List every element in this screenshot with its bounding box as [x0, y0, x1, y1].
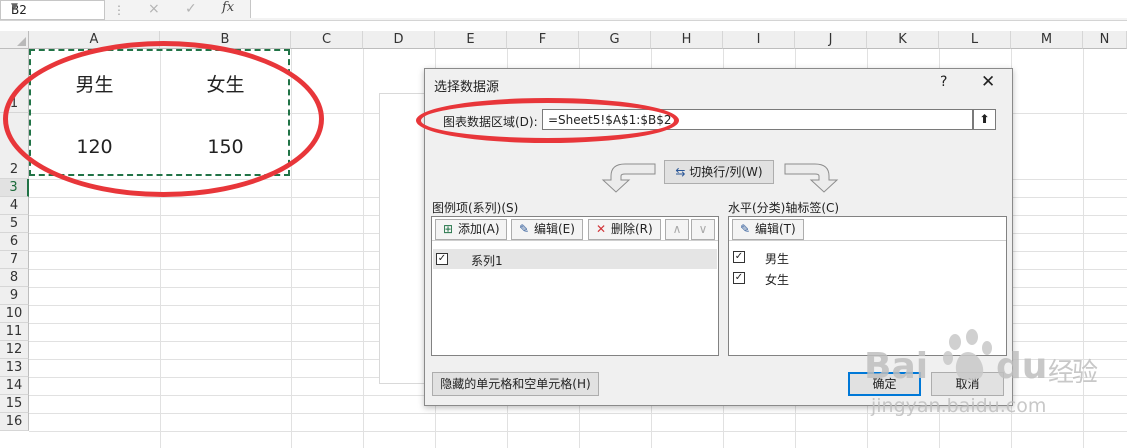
row-header-12[interactable]: 12 — [0, 341, 29, 359]
axis-item-1-checkbox[interactable]: ✓ — [733, 272, 745, 284]
column-header-m[interactable]: M — [1011, 31, 1083, 49]
formula-input[interactable] — [250, 0, 1127, 18]
close-icon[interactable]: ✕ — [981, 72, 995, 92]
row-header-9[interactable]: 9 — [0, 287, 29, 305]
legend-toolbar: ⊞ 添加(A) ✎ 编辑(E) ✕ 删除(R) ∧ ∨ — [432, 217, 718, 241]
legend-entries-panel: ⊞ 添加(A) ✎ 编辑(E) ✕ 删除(R) ∧ ∨ ✓ 系列1 — [431, 216, 719, 356]
range-label: 图表数据区域(D): — [443, 115, 538, 129]
switch-row-column-button[interactable]: ⇆ 切换行/列(W) — [664, 160, 774, 184]
column-header-f[interactable]: F — [507, 31, 579, 49]
add-icon: ⊞ — [442, 222, 454, 236]
switch-icon: ⇆ — [675, 165, 686, 179]
row-header-10[interactable]: 10 — [0, 305, 29, 323]
column-header-h[interactable]: H — [651, 31, 723, 49]
baidu-brand-text: Bai — [864, 346, 929, 387]
column-header-j[interactable]: J — [795, 31, 867, 49]
axis-item-0-label: 男生 — [765, 252, 790, 266]
dialog-title: 选择数据源 — [434, 80, 500, 95]
add-series-button[interactable]: ⊞ 添加(A) — [435, 219, 507, 240]
series1-label: 系列1 — [471, 254, 503, 268]
column-header-d[interactable]: D — [363, 31, 435, 49]
insert-function-icon[interactable]: fx — [222, 0, 234, 15]
help-icon[interactable]: ? — [940, 74, 947, 90]
row-header-4[interactable]: 4 — [0, 197, 29, 215]
row-header-1[interactable]: 1 — [0, 49, 29, 113]
formula-bar: B2 ▼ ⋮ × ✓ fx — [0, 0, 1127, 21]
chart-range-input[interactable]: =Sheet5!$A$1:$B$2 — [542, 109, 973, 130]
column-header-k[interactable]: K — [867, 31, 939, 49]
row-header-5[interactable]: 5 — [0, 215, 29, 233]
row-header-8[interactable]: 8 — [0, 269, 29, 287]
row-header-16[interactable]: 16 — [0, 413, 29, 431]
axis-item-1-label: 女生 — [765, 273, 790, 287]
edit-axis-button[interactable]: ✎ 编辑(T) — [732, 219, 804, 240]
range-value: =Sheet5!$A$1:$B$2 — [548, 113, 672, 127]
edit-icon: ✎ — [739, 222, 751, 236]
cancel-icon[interactable]: × — [148, 1, 160, 17]
column-header-c[interactable]: C — [291, 31, 363, 49]
delete-series-button[interactable]: ✕ 删除(R) — [588, 219, 661, 240]
jingyan-text: 经验 — [1048, 358, 1098, 388]
row-header-14[interactable]: 14 — [0, 377, 29, 395]
move-up-button[interactable]: ∧ — [665, 219, 689, 240]
column-header-e[interactable]: E — [435, 31, 507, 49]
curved-arrow-right-icon — [784, 163, 839, 193]
axis-toolbar: ✎ 编辑(T) — [729, 217, 1006, 241]
column-header-l[interactable]: L — [939, 31, 1011, 49]
hidden-empty-cells-button[interactable]: 隐藏的单元格和空单元格(H) — [432, 372, 599, 396]
column-header-g[interactable]: G — [579, 31, 651, 49]
enter-icon[interactable]: ✓ — [185, 1, 197, 17]
row-header-3[interactable]: 3 — [0, 179, 29, 197]
delete-icon: ✕ — [595, 222, 607, 236]
column-header-a[interactable]: A — [29, 31, 160, 49]
row-header-6[interactable]: 6 — [0, 233, 29, 251]
watermark-url: jingyan.baidu.com — [871, 395, 1047, 417]
axis-item-0-checkbox[interactable]: ✓ — [733, 251, 745, 263]
edit-series-button[interactable]: ✎ 编辑(E) — [511, 219, 583, 240]
row-header-13[interactable]: 13 — [0, 359, 29, 377]
baidu-brand-text-2: du — [996, 346, 1048, 387]
select-all-corner[interactable] — [0, 31, 29, 49]
move-down-button[interactable]: ∨ — [691, 219, 715, 240]
copy-marquee — [29, 49, 290, 176]
curved-arrow-left-icon — [601, 163, 656, 193]
switch-label: 切换行/列(W) — [689, 165, 763, 179]
row-header-2[interactable]: 2 — [0, 113, 29, 179]
row-header-7[interactable]: 7 — [0, 251, 29, 269]
chevron-down-icon[interactable]: ▼ — [11, 2, 100, 12]
list-item-series1[interactable]: ✓ 系列1 — [433, 249, 717, 269]
collapse-dialog-icon[interactable]: ⬆ — [973, 109, 996, 130]
axis-section-label: 水平(分类)轴标签(C) — [728, 201, 840, 215]
separator-icon: ⋮ — [113, 3, 125, 17]
column-header-i[interactable]: I — [723, 31, 795, 49]
name-box[interactable]: B2 ▼ — [0, 0, 105, 20]
legend-section-label: 图例项(系列)(S) — [432, 201, 519, 215]
column-header-b[interactable]: B — [160, 31, 291, 49]
column-header-n[interactable]: N — [1083, 31, 1127, 49]
edit-icon: ✎ — [518, 222, 530, 236]
list-item-axis-0[interactable]: ✓ 男生 — [730, 247, 1000, 267]
row-header-15[interactable]: 15 — [0, 395, 29, 413]
paw-logo-icon — [943, 329, 992, 381]
series1-checkbox[interactable]: ✓ — [436, 253, 448, 265]
row-header-11[interactable]: 11 — [0, 323, 29, 341]
list-item-axis-1[interactable]: ✓ 女生 — [730, 268, 1000, 288]
